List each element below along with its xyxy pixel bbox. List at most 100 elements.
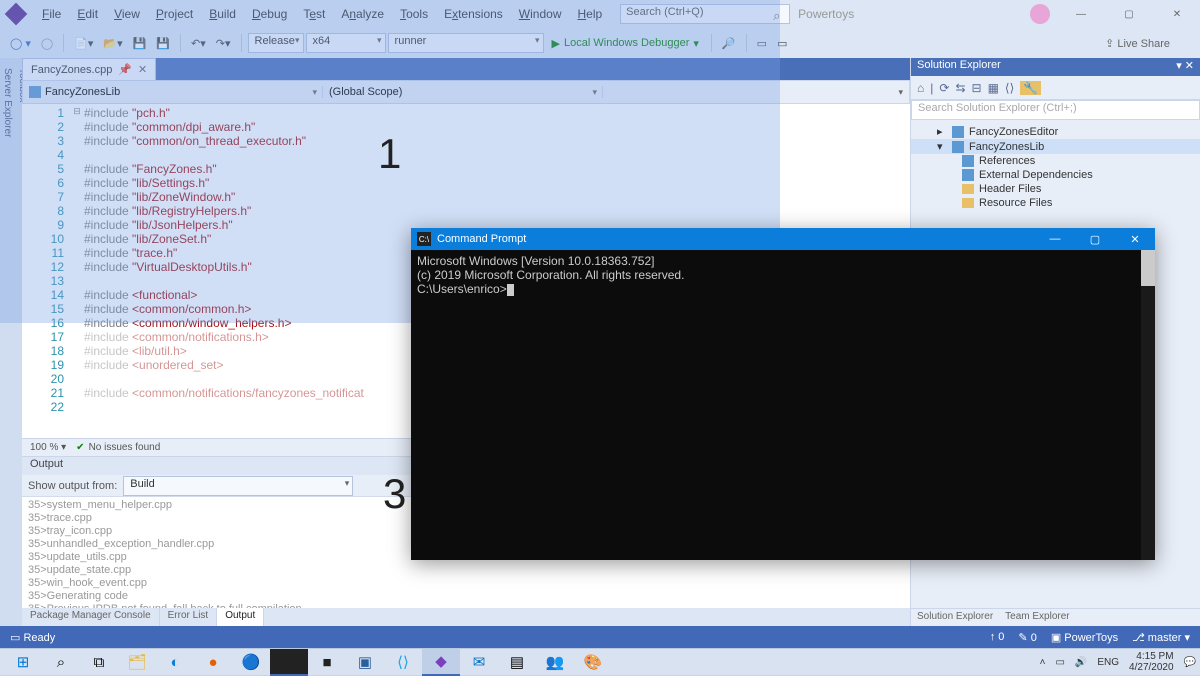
tree-node[interactable]: References xyxy=(911,154,1200,168)
fold-column[interactable]: ⊟ xyxy=(70,104,84,438)
new-item-button[interactable]: 📄▾ xyxy=(70,35,97,52)
nav-scope-combo[interactable]: (Global Scope) xyxy=(323,86,603,98)
sync-icon[interactable]: ⇆ xyxy=(955,81,965,95)
menu-window[interactable]: Window xyxy=(511,7,570,21)
firefox-icon[interactable]: ● xyxy=(194,649,232,676)
tree-node[interactable]: Header Files xyxy=(911,182,1200,196)
nav-project-combo[interactable]: FancyZonesLib xyxy=(23,86,323,98)
pin-icon[interactable]: 📌 xyxy=(118,63,132,76)
menu-view[interactable]: View xyxy=(106,7,148,21)
status-pending[interactable]: ✎ 0 xyxy=(1018,631,1036,644)
edge-icon[interactable]: ◐ xyxy=(156,649,194,676)
project-icon xyxy=(29,86,41,98)
teams-icon[interactable]: 👥 xyxy=(536,649,574,676)
chrome-icon[interactable]: 🔵 xyxy=(232,649,270,676)
start-button[interactable]: ⊞ xyxy=(4,649,42,676)
menu-tools[interactable]: Tools xyxy=(392,7,436,21)
misc-button-2[interactable]: ▭ xyxy=(753,35,771,52)
startup-project-combo[interactable]: runner xyxy=(388,33,544,53)
vs-taskbar-icon[interactable]: ◆ xyxy=(422,649,460,676)
powershell-icon[interactable]: ▣ xyxy=(346,649,384,676)
misc-button-3[interactable]: ▭ xyxy=(773,35,791,52)
tray-lang[interactable]: ENG xyxy=(1097,657,1119,668)
solution-explorer-title: Solution Explorer▾ ✕ xyxy=(911,58,1200,76)
menu-build[interactable]: Build xyxy=(201,7,244,21)
project-icon xyxy=(962,169,974,181)
menu-help[interactable]: Help xyxy=(569,7,610,21)
menu-extensions[interactable]: Extensions xyxy=(436,7,511,21)
cmd-terminal[interactable]: Microsoft Windows [Version 10.0.18363.75… xyxy=(411,250,1155,560)
tree-node[interactable]: ▸FancyZonesEditor xyxy=(911,124,1200,139)
file-explorer-icon[interactable]: 🗂 xyxy=(118,649,156,676)
quick-search-input[interactable]: Search (Ctrl+Q) xyxy=(620,4,790,24)
status-branch[interactable]: ⎇ master ▾ xyxy=(1132,631,1190,644)
undo-button[interactable]: ↶▾ xyxy=(187,35,210,52)
menu-debug[interactable]: Debug xyxy=(244,7,295,21)
home-icon[interactable]: ⌂ xyxy=(917,81,924,95)
tray-network-icon[interactable]: ▭ xyxy=(1055,657,1064,668)
app-icon-1[interactable]: ▤ xyxy=(498,649,536,676)
tray-volume-icon[interactable]: 🔊 xyxy=(1075,657,1087,668)
status-push[interactable]: ↑ 0 xyxy=(990,631,1005,644)
misc-button-1[interactable]: 🔎 xyxy=(718,35,740,52)
properties-icon[interactable]: ⟨⟩ xyxy=(1005,81,1014,95)
output-from-combo[interactable]: Build xyxy=(123,476,353,496)
tab-error-list[interactable]: Error List xyxy=(160,608,218,626)
windows-taskbar: ⊞ ⌕ ⧉ 🗂 ◐ ● 🔵 ■ ■ ▣ ⟨⟩ ◆ ✉ ▤ 👥 🎨 ˄ ▭ 🔊 E… xyxy=(0,648,1200,675)
open-button[interactable]: 📂▾ xyxy=(99,35,126,52)
cmd-scrollbar[interactable] xyxy=(1141,250,1155,560)
cmd-close-button[interactable]: ✕ xyxy=(1115,228,1155,250)
file-tab-active[interactable]: FancyZones.cpp 📌 ✕ xyxy=(22,58,156,80)
cmd-maximize-button[interactable]: ▢ xyxy=(1075,228,1115,250)
solution-explorer-toolbar[interactable]: ⌂| ⟳ ⇆ ⊟ ▦ ⟨⟩ 🔧 xyxy=(911,76,1200,100)
cmd2-taskbar-icon[interactable]: ■ xyxy=(308,649,346,676)
close-tab-icon[interactable]: ✕ xyxy=(138,63,147,76)
code-content[interactable]: #include "pch.h"#include "common/dpi_awa… xyxy=(84,104,364,438)
solution-search-input[interactable]: Search Solution Explorer (Ctrl+;) xyxy=(911,100,1200,120)
user-avatar[interactable] xyxy=(1030,4,1050,24)
menu-file[interactable]: File xyxy=(34,7,69,21)
tray-notifications-icon[interactable]: 💬 xyxy=(1184,657,1196,668)
cmd-taskbar-icon[interactable]: ■ xyxy=(270,649,308,676)
menu-edit[interactable]: Edit xyxy=(69,7,106,21)
nav-fwd-button[interactable]: ◯ xyxy=(37,35,57,52)
issues-label[interactable]: No issues found xyxy=(76,442,160,453)
search-button[interactable]: ⌕ xyxy=(42,649,80,676)
show-all-icon[interactable]: ▦ xyxy=(988,81,999,95)
start-debug-button[interactable]: Local Windows Debugger ▾ xyxy=(546,35,705,52)
maximize-button[interactable]: ▢ xyxy=(1112,4,1146,24)
se-tab-solution[interactable]: Solution Explorer xyxy=(911,609,999,626)
status-repo[interactable]: ▣ PowerToys xyxy=(1051,631,1118,644)
live-share-button[interactable]: ⇪ Live Share xyxy=(1105,37,1170,50)
collapse-icon[interactable]: ⊟ xyxy=(972,81,982,95)
platform-combo[interactable]: x64 xyxy=(306,33,386,53)
side-tool-strip[interactable]: Server ExplorerToolboxData SourcesTest E… xyxy=(0,58,22,626)
tree-node[interactable]: Resource Files xyxy=(911,196,1200,210)
vscode-icon[interactable]: ⟨⟩ xyxy=(384,649,422,676)
tree-node[interactable]: ▾FancyZonesLib xyxy=(911,139,1200,154)
save-all-button[interactable]: 💾 xyxy=(152,35,174,52)
config-combo[interactable]: Release xyxy=(248,33,304,53)
wrench-icon[interactable]: 🔧 xyxy=(1020,81,1041,95)
cmd-minimize-button[interactable]: — xyxy=(1035,228,1075,250)
menu-test[interactable]: Test xyxy=(295,7,333,21)
tab-output[interactable]: Output xyxy=(217,608,264,626)
tray-chevron-icon[interactable]: ˄ xyxy=(1040,657,1046,668)
outlook-icon[interactable]: ✉ xyxy=(460,649,498,676)
tree-node[interactable]: External Dependencies xyxy=(911,168,1200,182)
redo-button[interactable]: ↷▾ xyxy=(212,35,235,52)
menu-analyze[interactable]: Analyze xyxy=(333,7,392,21)
minimize-button[interactable]: — xyxy=(1064,4,1098,24)
se-tab-team[interactable]: Team Explorer xyxy=(999,609,1075,626)
cmd-title-bar[interactable]: C:\ Command Prompt — ▢ ✕ xyxy=(411,228,1155,250)
refresh-icon[interactable]: ⟳ xyxy=(939,81,949,95)
save-button[interactable]: 💾 xyxy=(129,35,151,52)
tab-pmc[interactable]: Package Manager Console xyxy=(22,608,160,626)
nav-back-button[interactable]: ◯ ▾ xyxy=(6,35,35,52)
close-button[interactable]: ✕ xyxy=(1160,4,1194,24)
task-view-button[interactable]: ⧉ xyxy=(80,649,118,676)
app-icon-2[interactable]: 🎨 xyxy=(574,649,612,676)
tray-clock[interactable]: 4:15 PM4/27/2020 xyxy=(1129,651,1174,673)
zoom-combo[interactable]: 100 % ▾ xyxy=(30,442,66,453)
menu-project[interactable]: Project xyxy=(148,7,201,21)
